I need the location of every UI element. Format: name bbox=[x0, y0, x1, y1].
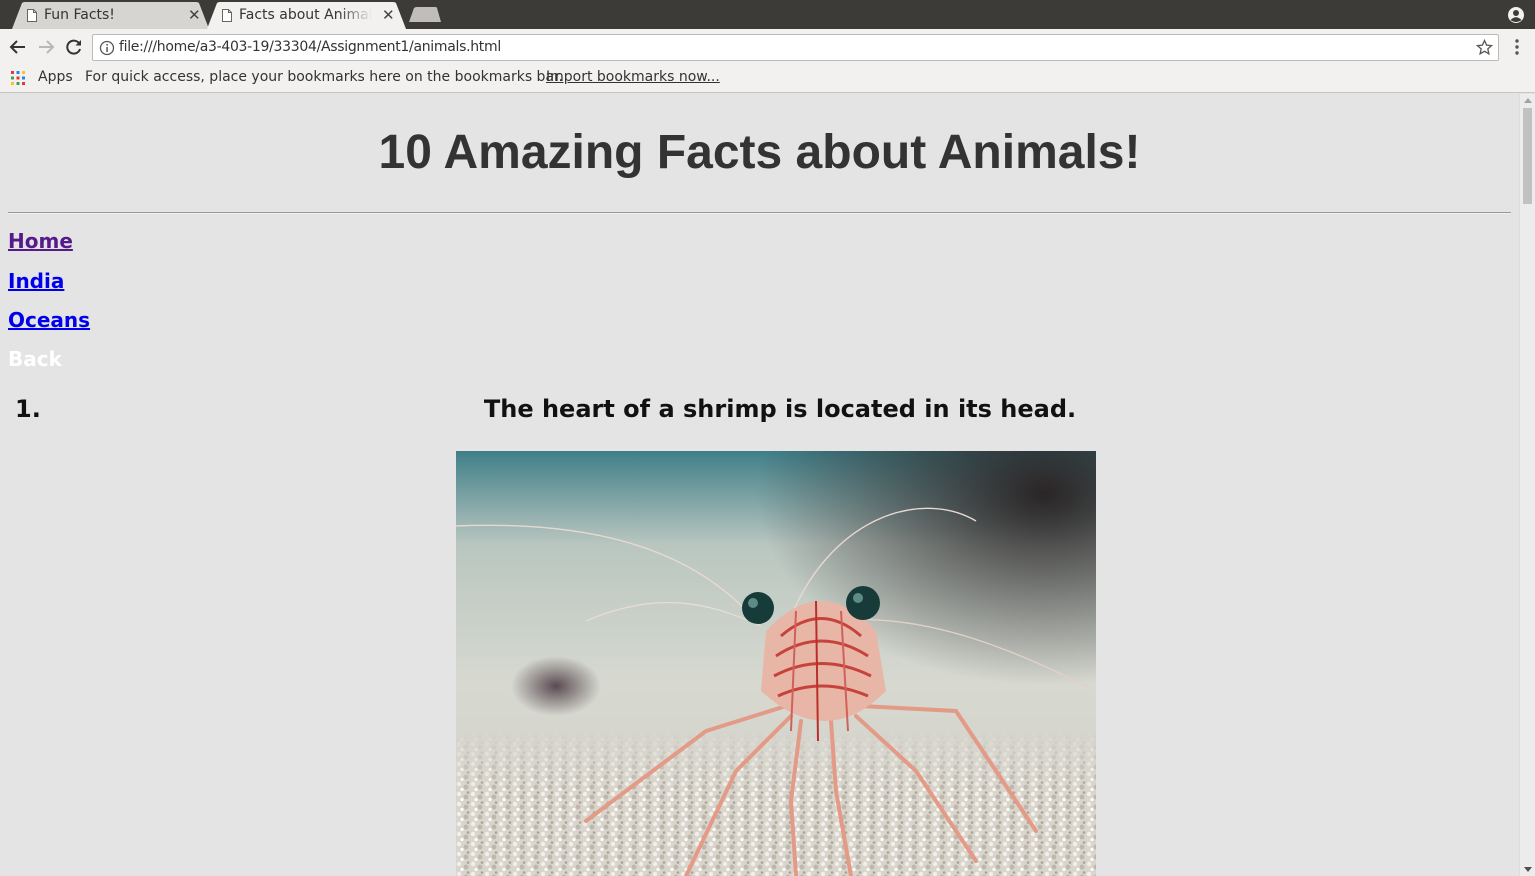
forward-arrow-icon[interactable] bbox=[37, 38, 55, 56]
nav-link-home[interactable]: Home bbox=[8, 229, 73, 253]
new-tab-icon[interactable] bbox=[408, 7, 442, 23]
tab-title: Facts about Animals bbox=[239, 7, 372, 23]
menu-icon[interactable] bbox=[1510, 38, 1524, 56]
info-icon[interactable] bbox=[99, 40, 115, 56]
nav-link-back[interactable]: Back bbox=[8, 347, 62, 371]
reload-icon[interactable] bbox=[65, 38, 83, 56]
apps-grid-icon[interactable] bbox=[11, 71, 25, 85]
page-title: 10 Amazing Facts about Animals! bbox=[378, 126, 1141, 179]
close-icon[interactable]: ✕ bbox=[382, 2, 395, 28]
shrimp-photo bbox=[456, 451, 1096, 876]
import-bookmarks-link[interactable]: Import bookmarks now... bbox=[546, 69, 720, 85]
close-icon[interactable]: ✕ bbox=[188, 2, 201, 28]
profile-icon[interactable] bbox=[1506, 5, 1526, 25]
nav-link-india[interactable]: India bbox=[8, 269, 64, 293]
fact-number: 1. bbox=[15, 395, 41, 423]
back-arrow-icon[interactable] bbox=[9, 38, 27, 56]
vertical-scrollbar[interactable] bbox=[1519, 94, 1535, 876]
browser-toolbar: file:///home/a3-403-19/33304/Assignment1… bbox=[0, 29, 1535, 64]
tab-facts-about-animals[interactable]: Facts about Animals ✕ bbox=[207, 2, 406, 29]
scroll-up-arrow-icon[interactable] bbox=[1524, 98, 1532, 103]
document-icon bbox=[222, 9, 232, 22]
tab-fun-facts[interactable]: Fun Facts! ✕ bbox=[12, 2, 209, 29]
document-icon bbox=[27, 9, 37, 22]
tab-strip: Fun Facts! ✕ Facts about Animals ✕ bbox=[0, 0, 1535, 29]
scroll-down-arrow-icon[interactable] bbox=[1524, 867, 1532, 872]
apps-shortcut[interactable]: Apps bbox=[38, 69, 73, 85]
nav-link-oceans[interactable]: Oceans bbox=[8, 308, 90, 332]
divider bbox=[8, 212, 1511, 214]
fact-text: The heart of a shrimp is located in its … bbox=[483, 395, 1077, 423]
address-bar[interactable]: file:///home/a3-403-19/33304/Assignment1… bbox=[92, 34, 1499, 61]
tab-title: Fun Facts! bbox=[44, 7, 115, 23]
bookmark-star-icon[interactable] bbox=[1476, 39, 1493, 56]
page-viewport: 10 Amazing Facts about Animals! Home Ind… bbox=[0, 94, 1519, 876]
bookmarks-bar: Apps For quick access, place your bookma… bbox=[0, 64, 1535, 93]
bookmarks-hint: For quick access, place your bookmarks h… bbox=[85, 69, 563, 85]
scrollbar-thumb[interactable] bbox=[1523, 108, 1532, 204]
address-url: file:///home/a3-403-19/33304/Assignment1… bbox=[119, 39, 501, 55]
